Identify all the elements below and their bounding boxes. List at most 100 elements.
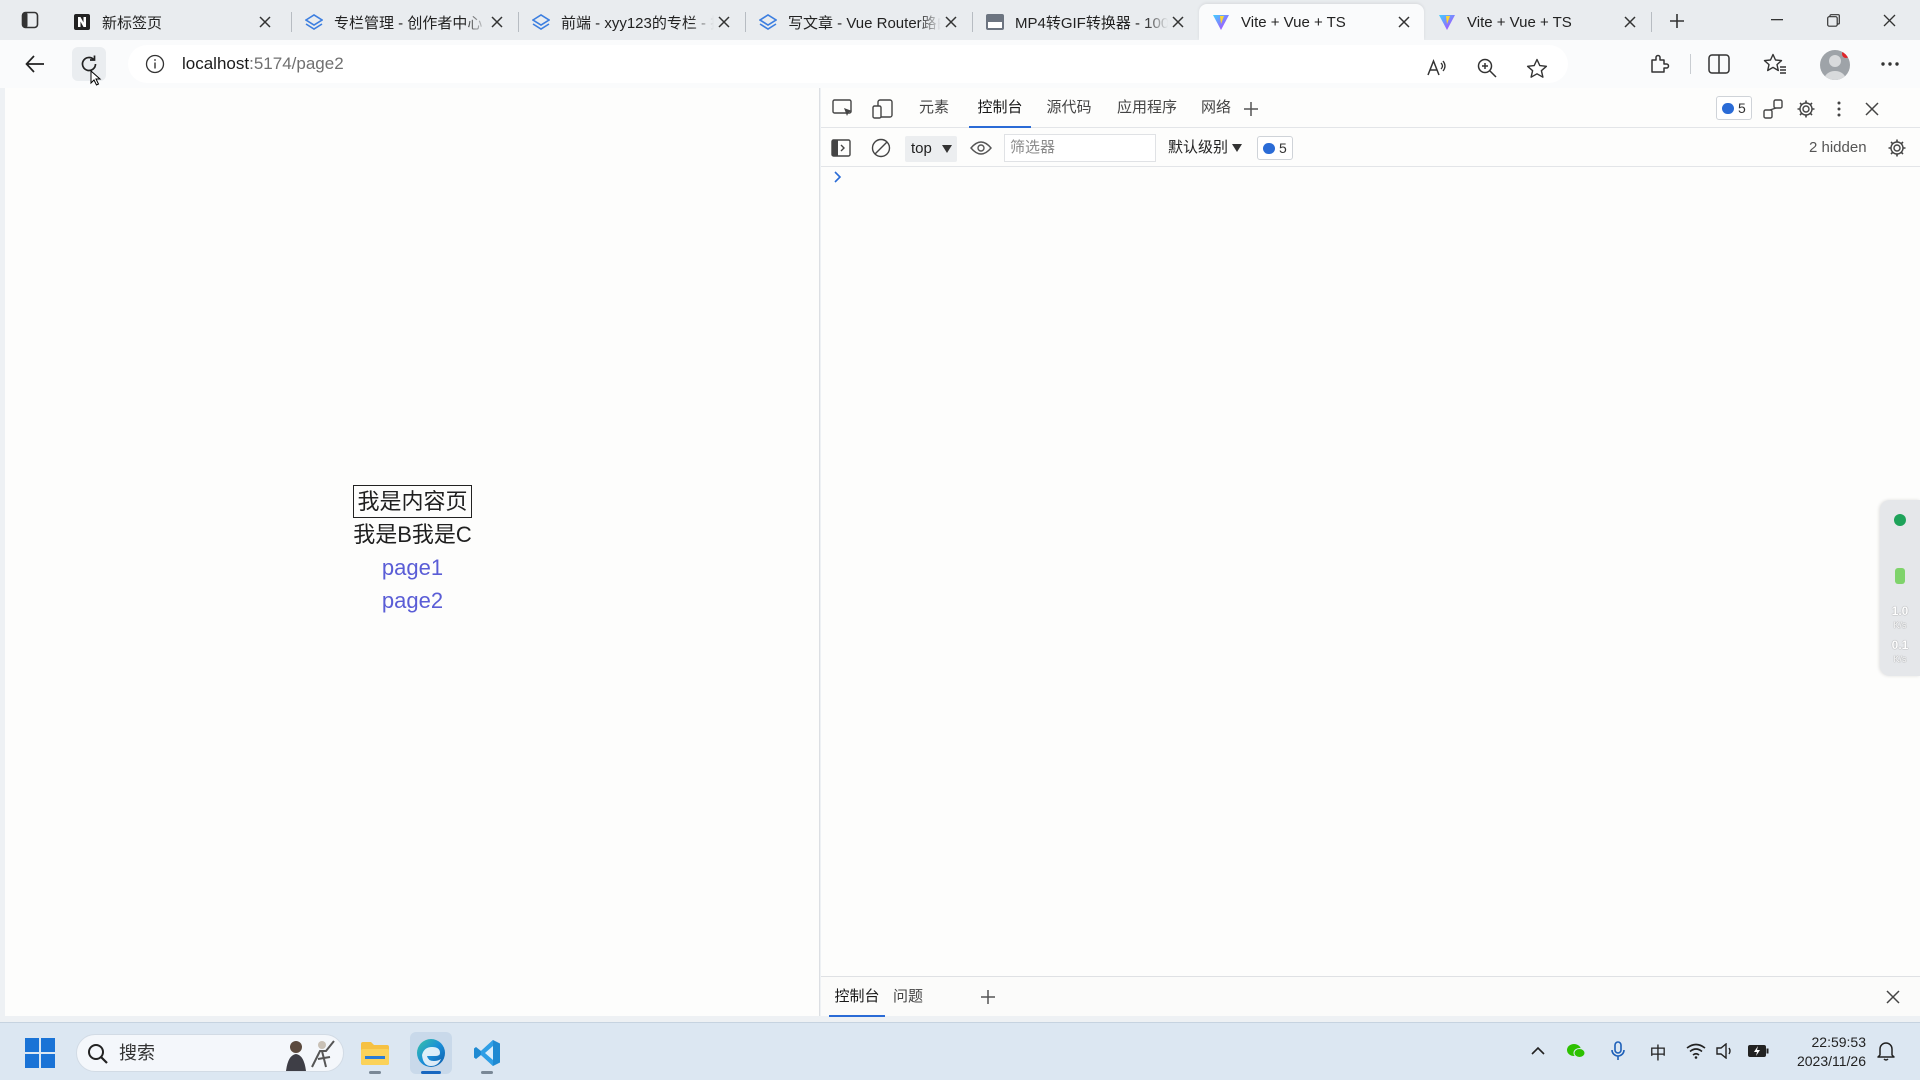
windows-taskbar: 搜索 中 22:59:53 2023/11/26 xyxy=(0,1022,1920,1080)
juejin-icon xyxy=(758,12,778,32)
content-page-title: 我是内容页 xyxy=(353,485,472,518)
tab-title: 新标签页 xyxy=(102,14,163,32)
zoom-icon[interactable] xyxy=(1474,55,1500,81)
read-aloud-icon[interactable] xyxy=(1424,55,1450,81)
notifications-bell-icon[interactable] xyxy=(1874,1039,1898,1063)
volume-icon[interactable] xyxy=(1714,1039,1738,1063)
upload-unit: K/s xyxy=(1893,620,1907,630)
message-icon xyxy=(1722,102,1734,114)
tab-actions-icon[interactable] xyxy=(18,8,42,32)
console-settings-icon[interactable] xyxy=(1885,136,1909,160)
message-icon xyxy=(1263,142,1275,154)
back-button[interactable] xyxy=(18,47,52,81)
search-highlight-figures-icon xyxy=(282,1037,342,1071)
close-tab-icon[interactable] xyxy=(487,12,507,32)
devtools-tab-application[interactable]: 应用程序 xyxy=(1111,88,1183,128)
drawer-tab-console[interactable]: 控制台 xyxy=(829,977,885,1017)
url-path: :5174/page2 xyxy=(249,54,344,73)
show-hidden-icons-chevron-icon[interactable] xyxy=(1526,1039,1550,1063)
console-toolbar: top 筛选器 默认级别 5 2 hidden xyxy=(821,129,1920,167)
more-menu-icon[interactable] xyxy=(1873,47,1907,81)
download-rate: 0.1 xyxy=(1891,638,1909,652)
console-filter-input[interactable]: 筛选器 xyxy=(1004,134,1156,162)
new-tab-icon[interactable] xyxy=(1664,8,1690,34)
browser-tab[interactable]: 新标签页 xyxy=(60,4,285,40)
edge-browser-app[interactable] xyxy=(410,1032,452,1074)
connection-icon[interactable] xyxy=(1761,97,1785,121)
hidden-messages-count: 2 hidden xyxy=(1809,139,1867,156)
context-selector[interactable]: top xyxy=(905,136,957,162)
juejin-icon xyxy=(531,12,551,32)
upload-rate: 1.0 xyxy=(1891,604,1909,618)
browser-toolbar: localhost:5174/page2 xyxy=(0,40,1920,113)
search-label: 搜索 xyxy=(119,1043,155,1063)
browser-tab[interactable]: Vite + Vue + TS xyxy=(1425,4,1650,40)
battery-icon[interactable] xyxy=(1746,1039,1770,1063)
issues-badge[interactable]: 5 xyxy=(1716,96,1752,120)
windows-start-icon[interactable] xyxy=(25,1038,55,1068)
devtools-tab-network[interactable]: 网络 xyxy=(1195,88,1237,128)
close-devtools-icon[interactable] xyxy=(1860,97,1884,121)
address-bar[interactable]: localhost:5174/page2 xyxy=(128,45,1568,83)
notification-dot xyxy=(1842,50,1850,58)
page1-link[interactable]: page1 xyxy=(5,551,820,584)
log-level-dropdown[interactable]: 默认级别 xyxy=(1168,129,1243,167)
system-clock[interactable]: 22:59:53 2023/11/26 xyxy=(1776,1033,1866,1071)
clock-time: 22:59:53 xyxy=(1811,1034,1867,1050)
site-info-icon[interactable] xyxy=(144,53,166,75)
messages-badge[interactable]: 5 xyxy=(1257,136,1293,160)
browser-tab[interactable]: MP4转GIF转换器 - 100% xyxy=(973,4,1198,40)
devtools-tab-console[interactable]: 控制台 xyxy=(969,88,1031,128)
browser-tab[interactable]: 专栏管理 - 创作者中心 xyxy=(292,4,517,40)
running-indicator xyxy=(421,1071,441,1074)
tab-title: Vite + Vue + TS xyxy=(1467,13,1572,31)
minimize-icon[interactable] xyxy=(1754,4,1800,36)
close-window-icon[interactable] xyxy=(1866,4,1912,36)
device-emulation-icon[interactable] xyxy=(871,97,895,121)
search-icon xyxy=(87,1043,109,1065)
wifi-icon[interactable] xyxy=(1684,1039,1708,1063)
close-tab-icon[interactable] xyxy=(941,12,961,32)
more-tabs-icon[interactable] xyxy=(1239,97,1263,121)
close-tab-icon[interactable] xyxy=(714,12,734,32)
file-explorer-app[interactable] xyxy=(354,1032,396,1074)
sidebar-toggle-icon[interactable] xyxy=(829,136,853,160)
tab-divider xyxy=(1651,12,1652,32)
drawer-add-tab-icon[interactable] xyxy=(976,985,1000,1009)
live-expression-eye-icon[interactable] xyxy=(969,136,993,160)
clear-console-icon[interactable] xyxy=(869,136,893,160)
inspect-element-icon[interactable] xyxy=(831,97,855,121)
settings-gear-icon[interactable] xyxy=(1794,97,1818,121)
toolbar-divider xyxy=(1690,54,1691,74)
network-speed-widget[interactable]: 1.0 K/s 0.1 K/s xyxy=(1880,500,1920,676)
close-tab-icon[interactable] xyxy=(255,12,275,32)
browser-tab[interactable]: 写文章 - Vue Router路由 xyxy=(746,4,971,40)
url-text: localhost:5174/page2 xyxy=(182,54,344,74)
close-tab-icon[interactable] xyxy=(1620,12,1640,32)
devtools-tab-elements[interactable]: 元素 xyxy=(913,88,955,128)
favorites-icon[interactable] xyxy=(1758,47,1792,81)
close-tab-icon[interactable] xyxy=(1394,12,1414,32)
browser-tab[interactable]: 前端 - xyy123的专栏 - 掘金 xyxy=(519,4,744,40)
restore-icon[interactable] xyxy=(1810,4,1856,36)
close-tab-icon[interactable] xyxy=(1168,12,1188,32)
profile-avatar[interactable] xyxy=(1820,50,1850,80)
devtools-tab-sources[interactable]: 源代码 xyxy=(1041,88,1097,128)
split-screen-icon[interactable] xyxy=(1702,47,1736,81)
wechat-tray-icon[interactable] xyxy=(1564,1039,1588,1063)
tab-title: 前端 - xyy123的专栏 - 掘金 xyxy=(561,14,714,32)
download-unit: K/s xyxy=(1893,654,1907,664)
page2-link[interactable]: page2 xyxy=(5,584,820,617)
microphone-icon[interactable] xyxy=(1606,1039,1630,1063)
taskbar-search-box[interactable]: 搜索 xyxy=(76,1034,344,1072)
clock-date: 2023/11/26 xyxy=(1796,1053,1866,1069)
extensions-icon[interactable] xyxy=(1642,47,1676,81)
close-drawer-icon[interactable] xyxy=(1881,985,1905,1009)
ime-indicator[interactable]: 中 xyxy=(1646,1039,1670,1063)
favorite-star-icon[interactable] xyxy=(1524,55,1550,81)
vscode-app[interactable] xyxy=(466,1032,508,1074)
devtools-more-icon[interactable] xyxy=(1827,97,1851,121)
console-prompt-chevron-icon[interactable] xyxy=(831,170,845,184)
drawer-tab-issues[interactable]: 问题 xyxy=(887,977,929,1017)
browser-tab-active[interactable]: Vite + Vue + TS xyxy=(1199,4,1424,40)
